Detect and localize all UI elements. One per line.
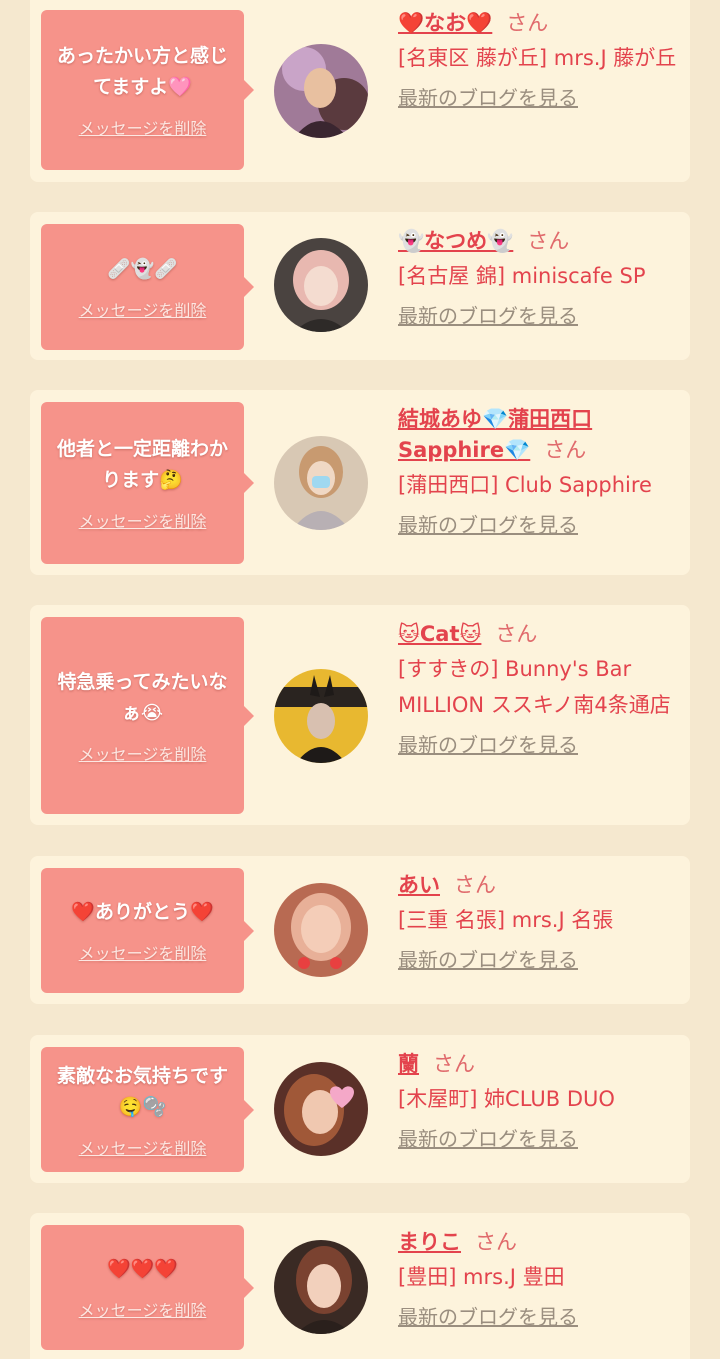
message-card: 特急乗ってみたいなぁ😭 メッセージを削除 🐱Cat🐱 さん [すすきの] Bunn… (30, 605, 690, 825)
avatar[interactable] (274, 669, 368, 763)
message-text: 素敵なお気持ちです🤤🫧 (56, 1064, 228, 1118)
profile-info: 蘭さん [木屋町] 姉CLUB DUO 最新のブログを見る (398, 1049, 684, 1152)
honorific: さん (433, 1052, 475, 1076)
message-bubble: ❤️❤️❤️ メッセージを削除 (41, 1225, 254, 1350)
honorific: さん (544, 438, 587, 462)
message-bubble: 特急乗ってみたいなぁ😭 メッセージを削除 (41, 617, 254, 814)
message-text: 🩹👻🩹 (107, 257, 178, 280)
profile-info: 🐱Cat🐱 さん [すすきの] Bunny's Bar MILLION ススキノ南… (398, 619, 684, 758)
cast-name-link[interactable]: あい (398, 873, 440, 897)
avatar[interactable] (274, 1062, 368, 1156)
delete-message-link[interactable]: メッセージを削除 (79, 115, 207, 139)
latest-blog-link[interactable]: 最新のブログを見る (398, 729, 578, 758)
latest-blog-link[interactable]: 最新のブログを見る (398, 944, 578, 973)
message-text: ❤️❤️❤️ (107, 1258, 178, 1280)
shop-info: [木屋町] 姉CLUB DUO (398, 1087, 615, 1111)
delete-message-link[interactable]: メッセージを削除 (79, 297, 207, 321)
delete-message-link[interactable]: メッセージを削除 (79, 1297, 207, 1321)
message-card: あったかい方と感じてますよ🩷 メッセージを削除 ❤️なお❤️ さん [名東区 藤が… (30, 0, 690, 182)
latest-blog-link[interactable]: 最新のブログを見る (398, 300, 578, 329)
message-card: 他者と一定距離わかります🤔 メッセージを削除 結城あゆ💎蒲田西口Sapphire… (30, 390, 690, 575)
cast-name-link[interactable]: まりこ (398, 1230, 461, 1254)
honorific: さん (495, 622, 538, 646)
honorific: さん (527, 229, 570, 253)
profile-info: 結城あゆ💎蒲田西口Sapphire💎 さん [蒲田西口] Club Sapphir… (398, 404, 684, 538)
avatar[interactable] (274, 44, 368, 138)
delete-message-link[interactable]: メッセージを削除 (79, 508, 207, 532)
avatar[interactable] (274, 1240, 368, 1334)
avatar[interactable] (274, 436, 368, 530)
cast-name-link[interactable]: 👻なつめ👻 (398, 229, 513, 253)
shop-info: [名古屋 錦] miniscafe SP (398, 264, 646, 288)
delete-message-link[interactable]: メッセージを削除 (79, 940, 207, 964)
message-card: ❤️ありがとう❤️ メッセージを削除 あい さん [三重 名張] mrs.J 名張… (30, 856, 690, 1004)
message-text: 他者と一定距離わかります🤔 (56, 438, 228, 491)
message-bubble: 🩹👻🩹 メッセージを削除 (41, 224, 254, 350)
honorific: さん (475, 1230, 517, 1254)
shop-info: [豊田] mrs.J 豊田 (398, 1265, 565, 1289)
message-bubble: あったかい方と感じてますよ🩷 メッセージを削除 (41, 10, 254, 170)
message-bubble: 素敵なお気持ちです🤤🫧 メッセージを削除 (41, 1047, 254, 1172)
shop-info: [三重 名張] mrs.J 名張 (398, 908, 614, 932)
delete-message-link[interactable]: メッセージを削除 (79, 1135, 207, 1159)
cast-name-link[interactable]: ❤️なお❤️ (398, 11, 492, 35)
profile-info: ❤️なお❤️ さん [名東区 藤が丘] mrs.J 藤が丘 最新のブログを見る (398, 8, 684, 111)
message-bubble: 他者と一定距離わかります🤔 メッセージを削除 (41, 402, 254, 564)
latest-blog-link[interactable]: 最新のブログを見る (398, 82, 578, 111)
profile-info: あい さん [三重 名張] mrs.J 名張 最新のブログを見る (398, 870, 684, 973)
message-card: ❤️❤️❤️ メッセージを削除 まりこ さん [豊田] mrs.J 豊田 最新のブ… (30, 1213, 690, 1359)
latest-blog-link[interactable]: 最新のブログを見る (398, 509, 578, 538)
message-text: 特急乗ってみたいなぁ😭 (57, 670, 228, 724)
message-text: ❤️ありがとう❤️ (71, 901, 214, 923)
honorific: さん (506, 11, 549, 35)
message-card: 素敵なお気持ちです🤤🫧 メッセージを削除 蘭さん [木屋町] 姉CLUB DUO… (30, 1035, 690, 1183)
avatar[interactable] (274, 883, 368, 977)
delete-message-link[interactable]: メッセージを削除 (79, 741, 207, 765)
shop-info: [名東区 藤が丘] mrs.J 藤が丘 (398, 46, 677, 70)
shop-info: [すすきの] Bunny's Bar MILLION ススキノ南4条通店 (398, 657, 671, 717)
message-card: 🩹👻🩹 メッセージを削除 👻なつめ👻 さん [名古屋 錦] miniscafe S… (30, 212, 690, 360)
shop-info: [蒲田西口] Club Sapphire (398, 473, 652, 497)
cast-name-link[interactable]: 🐱Cat🐱 (398, 622, 481, 646)
latest-blog-link[interactable]: 最新のブログを見る (398, 1301, 578, 1330)
honorific: さん (454, 873, 496, 897)
profile-info: まりこ さん [豊田] mrs.J 豊田 最新のブログを見る (398, 1227, 684, 1330)
cast-name-link[interactable]: 蘭 (398, 1052, 419, 1076)
avatar[interactable] (274, 238, 368, 332)
latest-blog-link[interactable]: 最新のブログを見る (398, 1123, 578, 1152)
message-text: あったかい方と感じてますよ🩷 (56, 45, 228, 98)
message-bubble: ❤️ありがとう❤️ メッセージを削除 (41, 868, 254, 993)
profile-info: 👻なつめ👻 さん [名古屋 錦] miniscafe SP 最新のブログを見る (398, 226, 684, 329)
